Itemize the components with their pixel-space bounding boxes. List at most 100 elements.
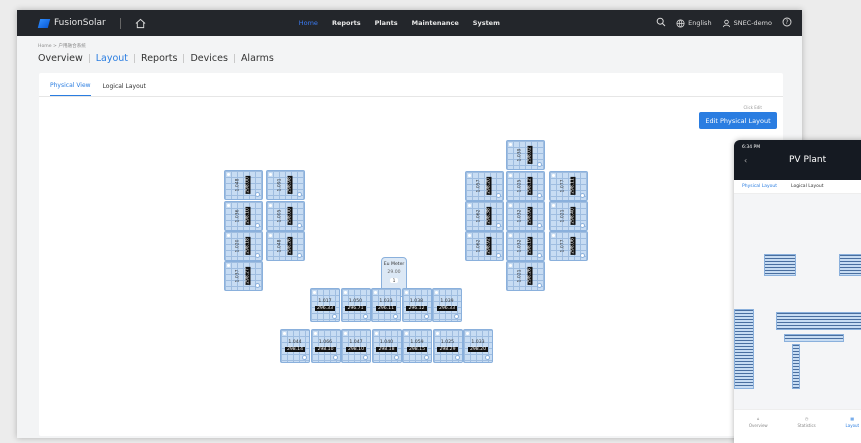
status-dot-icon — [435, 291, 438, 294]
inverter-tile[interactable]: 1.057 298.20 — [465, 171, 504, 201]
status-dot-icon — [435, 332, 439, 335]
tab-reports[interactable]: Reports — [141, 53, 177, 64]
tab-alarms[interactable]: Alarms — [241, 53, 274, 64]
inverter-tile[interactable]: 1.059 298.15 — [402, 329, 432, 363]
inverter-power: 298.10 — [315, 347, 336, 352]
inverter-tile[interactable]: 1.062 298.38 — [465, 201, 504, 231]
breadcrumb[interactable]: Home > 户用融合系统 — [38, 43, 86, 49]
fusionsolar-window: FusionSolar Home Reports Plants Maintena… — [17, 10, 802, 438]
mobile-tabs: Physical Layout Logical Layout — [734, 180, 861, 194]
inverter-tile[interactable]: 1.021 298.26 — [506, 261, 545, 291]
main-nav: Home Reports Plants Maintenance System — [299, 19, 500, 27]
inverter-ratio: 1.037 — [235, 269, 240, 283]
inverter-power: 298.20 — [486, 177, 491, 195]
inverter-tile[interactable]: 1.033 296.11 — [371, 288, 401, 322]
inverter-tile[interactable]: 1.025 298.12 — [506, 171, 545, 201]
inverter-tile[interactable]: 1.037 298.27 — [224, 261, 263, 291]
language-selector[interactable]: English — [676, 18, 712, 28]
inverter-power: 298.00 — [287, 207, 292, 225]
inverter-power: 298.15 — [406, 347, 428, 352]
status-dot-icon — [468, 234, 471, 237]
tab-devices[interactable]: Devices — [190, 53, 227, 64]
user-menu[interactable]: SNEC-demo — [722, 19, 772, 28]
inverter-power: 298.00 — [245, 176, 250, 194]
inverter-ratio: 1.021 — [517, 269, 522, 283]
inverter-tile[interactable]: 1.005 298.00 — [266, 201, 305, 231]
inverter-tile[interactable]: 1.048 298.26 — [266, 231, 305, 261]
physical-layout-canvas: Eu Meter 29.00 1 1.048 298.00 1.091 298.98 1… — [39, 73, 783, 436]
inverter-tile[interactable]: 1.021 298.40 — [549, 201, 588, 231]
mobile-panel-block — [784, 334, 844, 342]
inverter-power: 298.26 — [287, 237, 292, 255]
mobile-panel-block — [839, 254, 861, 276]
mobile-time: 6:34 PM — [742, 145, 761, 150]
status-dot-icon — [466, 332, 469, 335]
status-dot-icon — [509, 264, 512, 267]
status-dot-icon — [227, 264, 230, 267]
inverter-tile[interactable]: 1.062 298.92 — [465, 231, 504, 261]
top-right-tools: English SNEC-demo ? — [656, 17, 792, 29]
mobile-nav-label: Layout — [845, 423, 860, 428]
inverter-ratio: 1.039 — [517, 148, 522, 162]
inverter-tile[interactable]: 1.032 298.90 — [506, 201, 545, 231]
mobile-header: 6:34 PM ‹ PV Plant — [734, 140, 861, 180]
inverter-ratio: 1.036 — [235, 209, 240, 223]
meter-name: Eu Meter — [383, 262, 405, 267]
inverter-ratio: 1.032 — [517, 239, 522, 253]
inverter-tile[interactable]: 1.066 298.10 — [310, 329, 341, 363]
fusionsolar-logo[interactable]: FusionSolar — [37, 18, 106, 28]
inverter-tile[interactable]: 1.020 298.18 — [224, 231, 263, 261]
tab-layout[interactable]: Layout — [96, 53, 128, 64]
inverter-power: 296.71 — [345, 306, 366, 311]
inverter-ratio: 1.066 — [318, 340, 333, 345]
inverter-tile[interactable]: 1.050 296.71 — [340, 288, 371, 322]
inverter-tile[interactable]: 1.048 298.00 — [224, 170, 263, 200]
inverter-ratio: 1.039 — [440, 299, 454, 304]
inverter-tile[interactable]: 1.033 298.20 — [463, 329, 493, 363]
mobile-tab-logical[interactable]: Logical Layout — [791, 184, 824, 189]
inverter-ratio: 1.062 — [476, 239, 481, 253]
status-dot-icon — [283, 332, 286, 335]
nav-reports[interactable]: Reports — [332, 19, 361, 27]
inverter-ratio: 1.038 — [409, 299, 424, 304]
inverter-power: 296.33 — [436, 306, 458, 311]
mobile-tab-physical[interactable]: Physical Layout — [742, 184, 777, 189]
inverter-tile[interactable]: 1.032 298.19 — [506, 231, 545, 261]
help-icon[interactable]: ? — [782, 17, 792, 29]
inverter-tile[interactable]: 1.036 298.10 — [224, 201, 263, 231]
inverter-ratio: 1.033 — [379, 299, 393, 304]
inverter-ratio: 1.062 — [476, 209, 481, 223]
nav-home[interactable]: Home — [299, 19, 318, 27]
inverter-power: 298.18 — [245, 237, 250, 255]
inverter-power: 298.92 — [486, 237, 491, 255]
mobile-panel-block — [764, 254, 796, 276]
inverter-tile[interactable]: 1.039 296.33 — [432, 288, 462, 322]
nav-maintenance[interactable]: Maintenance — [412, 19, 459, 27]
search-icon[interactable] — [656, 17, 666, 29]
inverter-ratio: 1.044 — [288, 340, 302, 345]
nav-plants[interactable]: Plants — [375, 19, 398, 27]
inverter-tile[interactable]: 1.047 298.10 — [341, 329, 371, 363]
home-icon[interactable] — [135, 17, 147, 29]
mobile-nav-layout[interactable]: ▦ Layout — [846, 416, 860, 443]
inverter-tile[interactable]: 1.091 298.98 — [266, 170, 305, 200]
status-dot-icon — [313, 291, 316, 294]
inverter-tile[interactable]: 1.025 298.29 — [432, 329, 463, 363]
mobile-nav-statistics[interactable]: ◷ Statistics — [797, 416, 815, 443]
inverter-tile[interactable]: 1.077 298.06 — [549, 231, 588, 261]
inverter-tile[interactable]: 1.039 298.02 — [506, 140, 545, 170]
meter-badge: 1 — [389, 278, 399, 283]
status-dot-icon — [509, 204, 512, 207]
inverter-ratio: 1.020 — [235, 239, 240, 253]
mobile-nav-overview[interactable]: ⌂ Overview — [749, 416, 768, 443]
inverter-tile[interactable]: 1.077 298.11 — [549, 171, 588, 201]
tab-overview[interactable]: Overview — [38, 53, 83, 64]
back-arrow-icon[interactable]: ‹ — [744, 156, 747, 165]
inverter-tile[interactable]: 1.038 296.12 — [401, 288, 432, 322]
inverter-tile[interactable]: 1.040 298.18 — [371, 329, 402, 363]
inverter-power: 298.10 — [245, 207, 250, 225]
inverter-ratio: 1.032 — [517, 209, 522, 223]
inverter-tile[interactable]: 1.044 298.14 — [280, 329, 310, 363]
inverter-tile[interactable]: 1.017 296.33 — [310, 288, 340, 322]
nav-system[interactable]: System — [473, 19, 500, 27]
